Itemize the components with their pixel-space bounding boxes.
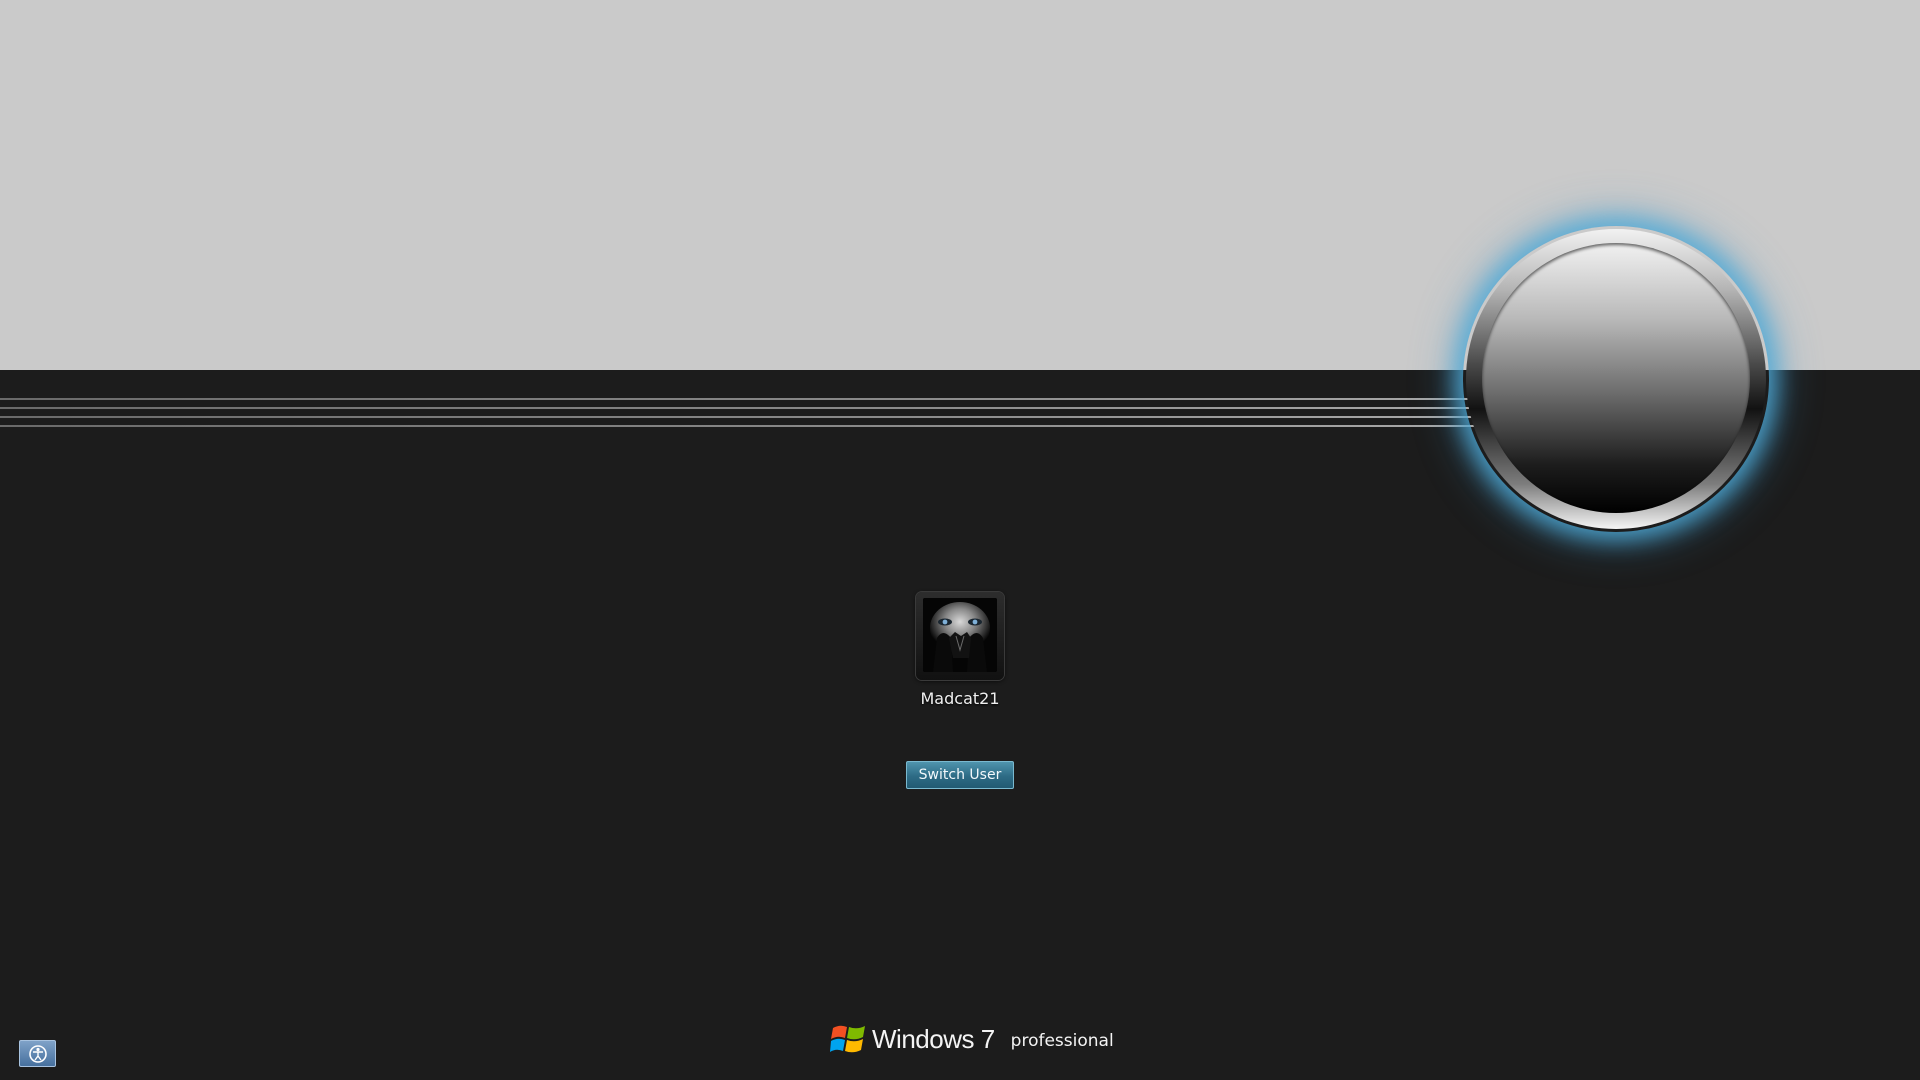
wallpaper-stripes bbox=[0, 398, 1480, 432]
wallpaper-orb bbox=[1466, 229, 1766, 529]
logon-screen: Madcat21 Switch User Windows 7 professio… bbox=[0, 0, 1920, 1080]
avatar bbox=[923, 598, 997, 672]
user-name-label: Madcat21 bbox=[920, 689, 1000, 708]
switch-user-button[interactable]: Switch User bbox=[906, 761, 1014, 789]
wallpaper-orb-inner bbox=[1482, 243, 1750, 513]
windows-flag-icon bbox=[830, 1025, 865, 1053]
product-name: Windows 7 bbox=[872, 1023, 995, 1054]
ease-of-access-button[interactable] bbox=[19, 1040, 56, 1067]
windows-branding: Windows 7 professional bbox=[830, 1016, 1114, 1062]
product-edition: professional bbox=[1010, 1031, 1114, 1051]
avatar-face-image bbox=[923, 598, 997, 672]
ease-of-access-icon bbox=[28, 1044, 47, 1063]
user-tile[interactable] bbox=[916, 592, 1004, 680]
